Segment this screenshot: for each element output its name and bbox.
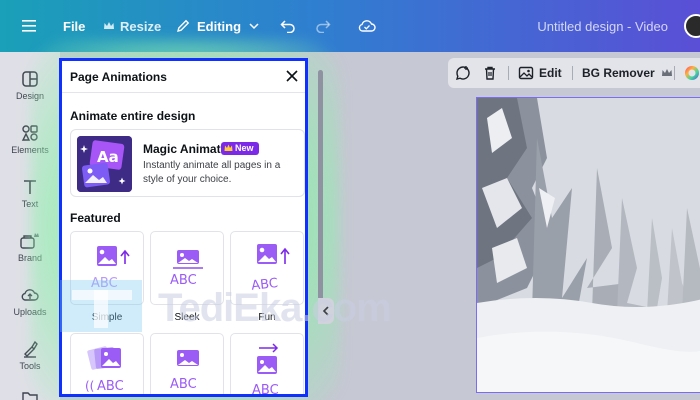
fun-animation-preview: ABC [251,244,290,294]
crown-icon [661,69,672,76]
animation-label-simple: Simple [91,312,123,323]
slide-animation-preview: ABC [252,343,279,397]
sleek-animation-preview: ABC [170,250,203,288]
preview-sample-text: ABC [251,276,279,294]
close-icon [286,70,298,82]
close-button[interactable] [283,67,301,85]
chevron-left-icon [322,306,329,316]
animation-card-6[interactable]: ABC [230,333,304,397]
magic-animate-description: Instantly animate all pages in a style o… [143,160,281,185]
collapse-panel-button[interactable] [318,298,334,324]
magic-animate-icon: Aa [77,136,132,192]
simple-animation-preview: ABC [91,246,130,291]
toolbar-divider [508,66,509,80]
preview-sample-text: ABC [252,383,279,397]
crown-icon [224,144,233,151]
panel-title: Page Animations [70,70,167,84]
toolbar-divider [572,66,573,80]
editing-label: Editing [197,18,242,34]
animation-card-simple[interactable]: ABC [70,231,144,305]
comment-button[interactable] [454,58,472,88]
avatar[interactable] [684,14,700,38]
toolbar-divider [674,66,675,80]
preview-sample-text: ABC [170,377,197,392]
svg-text:((: (( [85,379,94,393]
trash-icon [485,66,495,80]
panel-scrollbar[interactable] [318,70,323,305]
magic-animate-name: Magic Animate [143,142,228,156]
preview-sample-text: ABC [91,276,118,291]
bg-remover-button[interactable]: BG Remover [582,58,673,88]
redo-icon [316,20,331,33]
rise-animation-preview: ABC [170,350,199,392]
cloud-save-button[interactable] [358,0,376,52]
snowy-forest-image [477,98,700,392]
panel-header: Page Animations [62,61,305,93]
canvas-toolbar: Edit BG Remover [448,58,700,88]
delete-button[interactable] [482,58,498,88]
image-edit-icon [518,66,534,80]
pencil-icon [177,19,190,32]
animation-card-5[interactable]: ABC [150,333,224,394]
section-title-entire-design: Animate entire design [70,109,196,123]
preview-sample-text: ABC [97,379,124,394]
hamburger-icon [22,20,36,32]
canvas-page[interactable] [476,97,700,393]
edit-image-button[interactable]: Edit [518,58,562,88]
design-title-label: Untitled design - Video [537,18,668,34]
new-badge: New [221,142,259,155]
cloud-check-icon [358,20,376,32]
comment-add-icon [455,66,470,80]
color-wheel-icon [685,66,699,80]
stack-animation-preview: (( ABC [85,346,124,394]
magic-animate-thumbnail: Aa [77,136,132,192]
animation-card-fun[interactable]: ABC [230,231,304,305]
color-button[interactable] [684,58,700,88]
animation-label-sleek: Sleek [174,312,200,323]
preview-sample-text: ABC [170,273,197,288]
menu-button[interactable] [22,0,38,52]
new-badge-label: New [235,143,254,153]
animation-label-fun: Fun [258,312,276,323]
animation-card-4[interactable]: (( ABC [70,333,144,394]
file-label: File [63,18,86,34]
animation-card-sleek[interactable]: ABC [150,231,224,305]
chevron-down-icon [249,23,259,30]
design-title[interactable]: Untitled design - Video [537,0,668,52]
section-title-featured: Featured [70,211,121,225]
bg-remover-label: BG Remover [582,66,655,80]
magic-animate-card[interactable]: Aa Magic Animate New Instantly animate a… [70,129,305,197]
resize-label: Resize [120,18,162,34]
page-animations-panel: Page Animations Animate entire design Aa… [59,58,308,397]
undo-icon [280,20,295,33]
crown-icon [104,22,114,29]
edit-label: Edit [539,66,562,80]
